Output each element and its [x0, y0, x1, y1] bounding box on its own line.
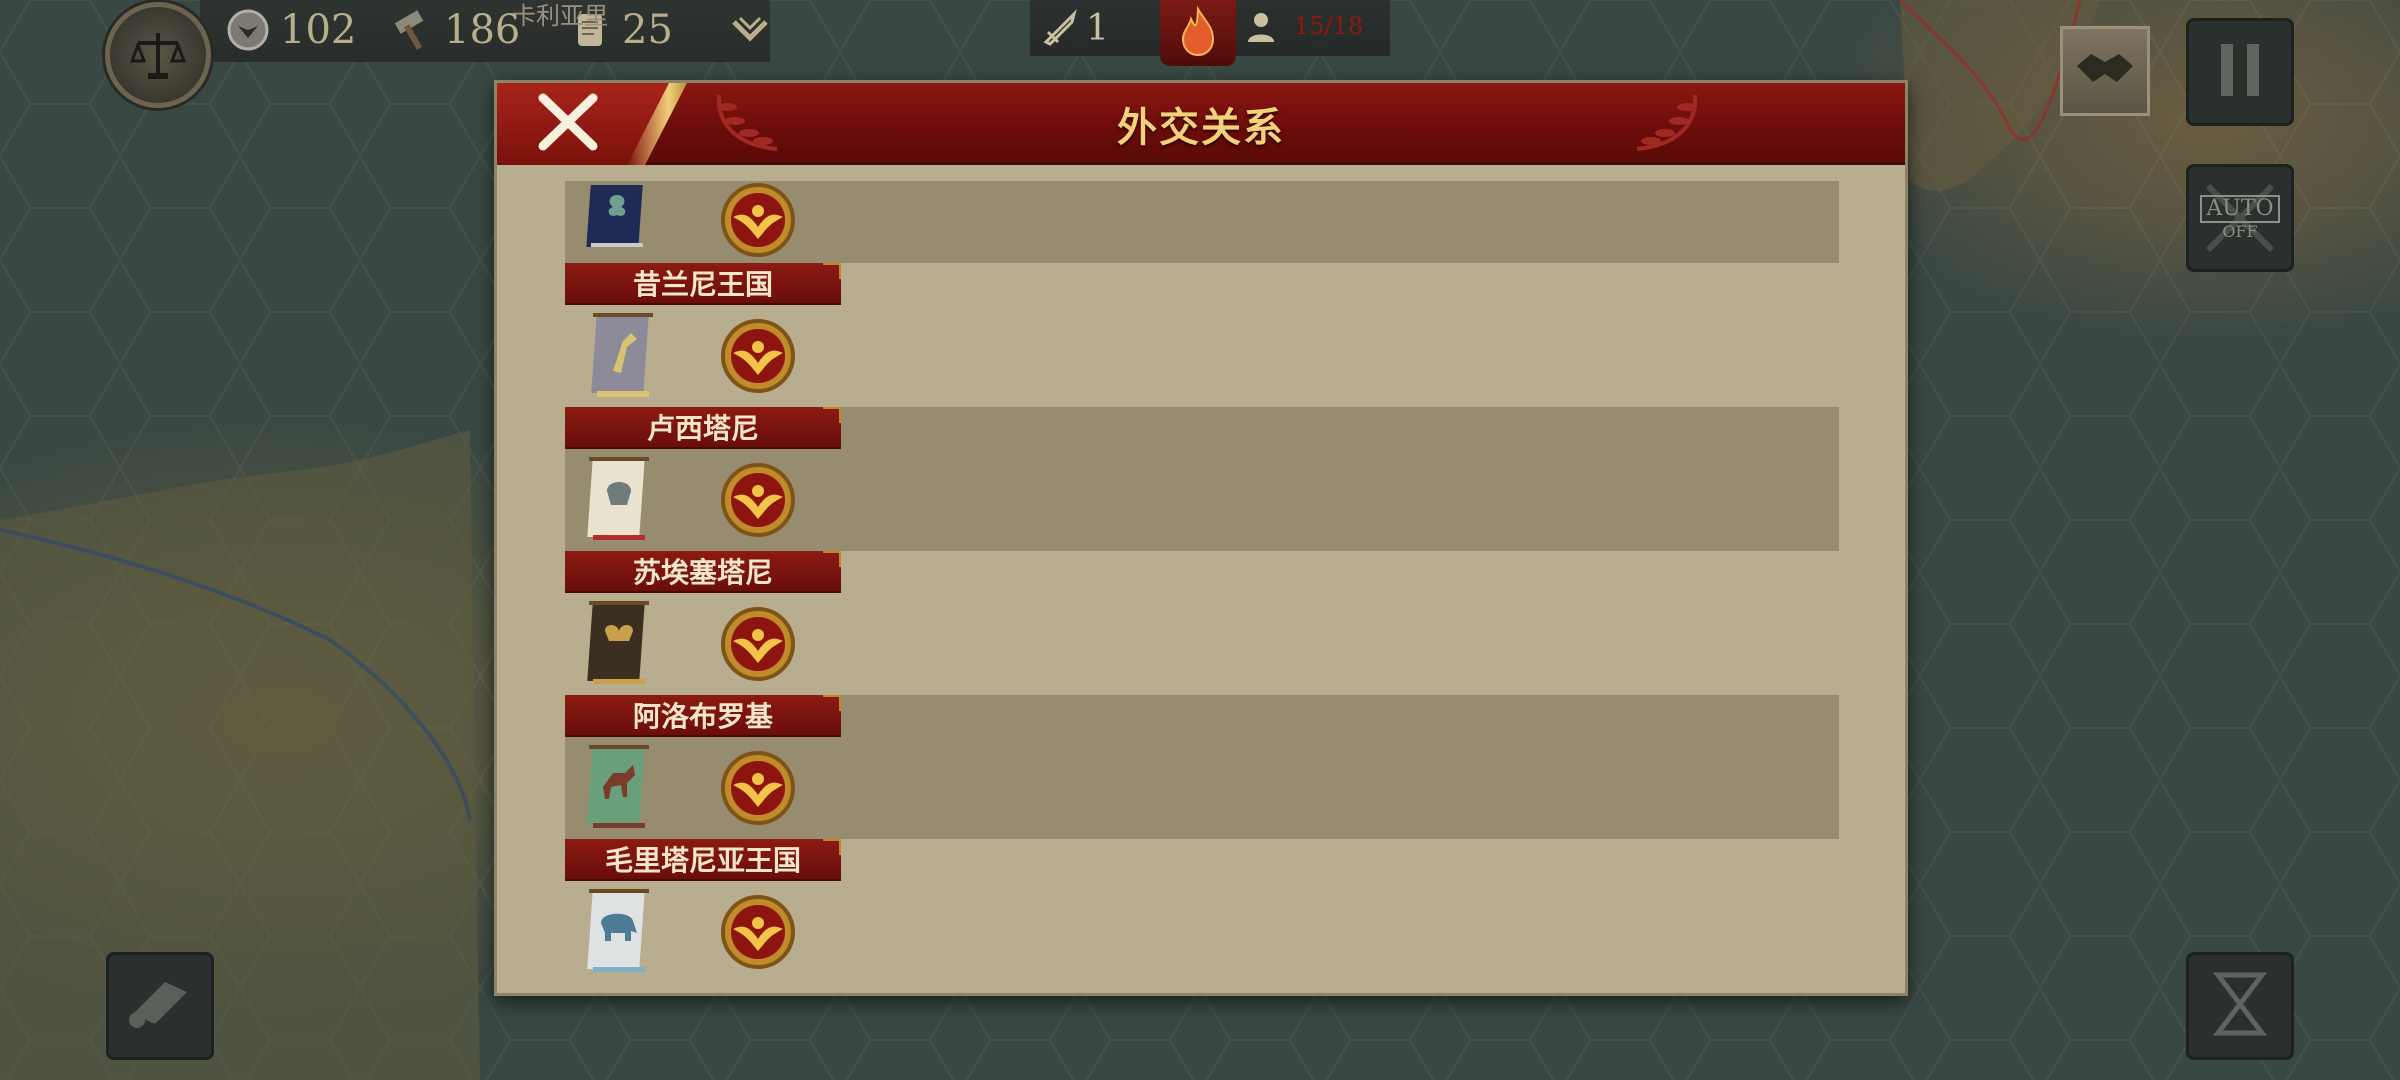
auto-label: AUTO: [2200, 195, 2280, 224]
scroll-map-icon: [125, 974, 195, 1038]
resource-industry[interactable]: 186: [390, 4, 520, 56]
eagle-emblem-icon[interactable]: [719, 181, 797, 259]
dialog-header: 外交关系: [497, 83, 1905, 165]
resource-industry-value: 186: [444, 7, 521, 53]
faction-row[interactable]: 昔兰尼王国: [565, 263, 1839, 407]
handshake-icon: [2073, 44, 2137, 98]
scroll-map-button[interactable]: [106, 952, 214, 1060]
faction-banner-icon: [591, 311, 655, 403]
balance-scale-icon[interactable]: [105, 2, 211, 108]
dialog-title: 外交关系: [1117, 104, 1285, 151]
faction-name: 昔兰尼王国: [565, 263, 841, 305]
faction-row[interactable]: 阿洛布罗基: [565, 695, 1839, 839]
fire-icon: [1175, 5, 1221, 61]
faction-list[interactable]: 昔兰尼王国 卢西塔尼 苏埃塞塔尼 阿洛布罗基 毛里塔尼亚王国: [565, 181, 1839, 977]
faction-row[interactable]: [565, 181, 1839, 263]
diplomacy-button[interactable]: [2060, 26, 2150, 116]
eagle-emblem-icon[interactable]: [719, 749, 797, 827]
faction-row[interactable]: 毛里塔尼亚王国: [565, 839, 1839, 977]
fire-event-button[interactable]: [1160, 0, 1236, 66]
eagle-emblem-icon[interactable]: [719, 461, 797, 539]
diplomacy-dialog: 外交关系 昔兰尼王国 卢西塔尼 苏埃塞塔尼 阿洛布罗基 毛里塔尼亚王国: [494, 80, 1908, 996]
faction-name: 苏埃塞塔尼: [565, 551, 841, 593]
faction-name: 阿洛布罗基: [565, 695, 841, 737]
resource-gold[interactable]: 102: [226, 4, 356, 56]
eagle-emblem-icon[interactable]: [719, 317, 797, 395]
faction-name: 卢西塔尼: [565, 407, 841, 449]
faction-banner-icon: [585, 181, 649, 273]
chevron-down-icon[interactable]: [728, 14, 772, 48]
eagle-emblem-icon[interactable]: [719, 893, 797, 971]
population-value: 15/18: [1294, 12, 1364, 40]
faction-banner-icon: [587, 599, 651, 691]
population-icon: [1244, 10, 1278, 44]
shield-eagle-icon: [226, 8, 270, 52]
hourglass-icon: [2208, 969, 2272, 1043]
faction-row[interactable]: 苏埃塞塔尼: [565, 551, 1839, 695]
sword-icon: [1040, 8, 1080, 48]
pause-icon: [2215, 40, 2265, 104]
map-city-label: 卡利亚里: [512, 2, 608, 30]
pause-button[interactable]: [2186, 18, 2294, 126]
faction-banner-icon: [587, 887, 651, 977]
resource-gold-value: 102: [280, 7, 357, 53]
auto-state: OFF: [2222, 222, 2258, 242]
faction-name: 毛里塔尼亚王国: [565, 839, 841, 881]
eagle-emblem-icon[interactable]: [719, 605, 797, 683]
faction-banner-icon: [587, 743, 651, 835]
close-icon: [535, 92, 601, 156]
end-turn-button[interactable]: [2186, 952, 2294, 1060]
faction-banner-icon: [587, 455, 651, 547]
turn-value: 1: [1086, 7, 1109, 49]
faction-row[interactable]: 卢西塔尼: [565, 407, 1839, 551]
resource-scroll-value: 25: [622, 7, 673, 53]
hammer-icon: [390, 8, 434, 52]
auto-battle-toggle[interactable]: AUTO OFF: [2186, 164, 2294, 272]
